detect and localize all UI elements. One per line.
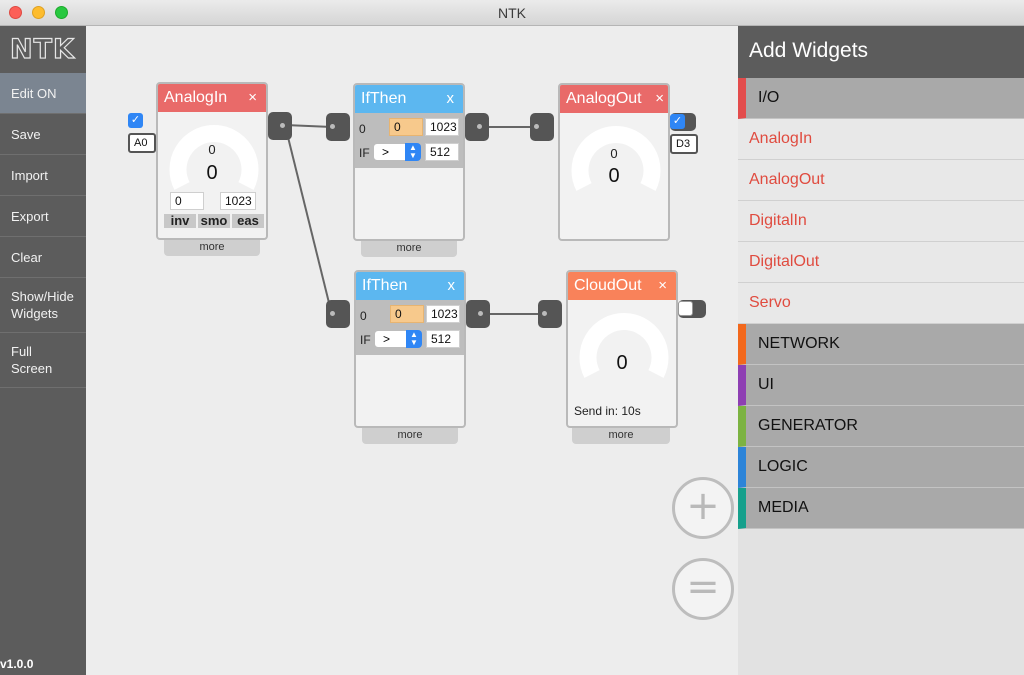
analogin-widget[interactable]: AnalogIn × 0 0 0 1023 inv smo eas: [156, 82, 268, 240]
ifthen1-threshold-field[interactable]: 512: [425, 143, 459, 161]
widget-canvas[interactable]: ✓ A0 AnalogIn × 0 0 0 1023 inv smo eas m…: [86, 26, 738, 675]
analogin-output-port[interactable]: [268, 112, 292, 140]
ifthen1-header[interactable]: IfThen x: [355, 85, 463, 113]
add-widgets-panel: Add Widgets I/O AnalogIn AnalogOut Digit…: [738, 26, 1024, 675]
ifthen2-widget[interactable]: IfThen x 0 0 1023 IF > ▲ ▼ 512: [354, 270, 466, 428]
cloudout-send-timer: Send in: 10s: [574, 404, 641, 418]
invert-button[interactable]: inv: [164, 214, 196, 228]
analogin-min-field[interactable]: 0: [170, 192, 204, 210]
widget-item-analogout[interactable]: AnalogOut: [738, 160, 1024, 201]
analogout-close-icon[interactable]: ×: [655, 90, 664, 107]
analogin-title: AnalogIn: [164, 89, 228, 106]
wire-analogin-ifthen2: [284, 124, 333, 316]
ifthen2-operator-select[interactable]: > ▲ ▼: [374, 330, 422, 348]
ifthen1-output-port[interactable]: [465, 113, 489, 141]
equal-button[interactable]: =: [672, 558, 734, 620]
category-network[interactable]: NETWORK: [738, 324, 1024, 365]
chevron-updown-icon: ▲ ▼: [405, 143, 421, 161]
analogin-value-big: 0: [206, 162, 218, 184]
widget-item-digitalout[interactable]: DigitalOut: [738, 242, 1024, 283]
category-ui[interactable]: UI: [738, 365, 1024, 406]
ifthen1-output-field[interactable]: 0: [389, 118, 423, 136]
ifthen2-operator-value: >: [383, 332, 391, 346]
analogin-more-button[interactable]: more: [164, 240, 260, 256]
app-window: NTK NTK Edit ON Save Import Export Clear…: [0, 0, 1024, 675]
ifthen1-input-port[interactable]: [326, 113, 350, 141]
ifthen1-widget[interactable]: IfThen x 0 0 1023 IF > ▲ ▼ 512: [353, 83, 465, 241]
analogin-max-field[interactable]: 1023: [220, 192, 256, 210]
ifthen2-max-field[interactable]: 1023: [426, 305, 460, 323]
analogout-enable-checkbox[interactable]: ✓: [670, 114, 685, 129]
ifthen2-input-value: 0: [360, 309, 367, 323]
version-label: v1.0.0: [0, 657, 34, 671]
analogin-close-icon[interactable]: ×: [248, 89, 257, 106]
full-screen-button[interactable]: Full Screen: [0, 333, 86, 388]
ifthen2-output-field[interactable]: 0: [390, 305, 424, 323]
ease-button[interactable]: eas: [232, 214, 264, 228]
title-bar: NTK: [0, 0, 1024, 26]
cloudout-widget[interactable]: CloudOut × 0 Send in: 10s: [566, 270, 678, 428]
category-logic[interactable]: LOGIC: [738, 447, 1024, 488]
cloudout-enable-checkbox[interactable]: [678, 301, 693, 316]
chevron-updown-icon: ▲ ▼: [406, 330, 422, 348]
ifthen2-input-port[interactable]: [326, 300, 350, 328]
analogin-pin-label[interactable]: A0: [128, 133, 156, 153]
window-title: NTK: [498, 5, 526, 21]
ifthen1-max-field[interactable]: 1023: [425, 118, 459, 136]
analogout-header[interactable]: AnalogOut ×: [560, 85, 668, 113]
analogout-value-big: 0: [608, 165, 620, 187]
clear-button[interactable]: Clear: [0, 237, 86, 278]
ifthen1-operator-value: >: [382, 145, 390, 159]
export-button[interactable]: Export: [0, 196, 86, 237]
analogin-enable-checkbox[interactable]: ✓: [128, 113, 143, 128]
sidebar-menu: Edit ON Save Import Export Clear Show/Hi…: [0, 73, 86, 388]
analogout-input-port[interactable]: [530, 113, 554, 141]
analogout-title: AnalogOut: [566, 90, 642, 107]
ifthen1-if-label: IF: [359, 146, 370, 160]
import-button[interactable]: Import: [0, 155, 86, 196]
ifthen2-header[interactable]: IfThen x: [356, 272, 464, 300]
analogout-value-small: 0: [610, 146, 618, 161]
sidebar: NTK Edit ON Save Import Export Clear Sho…: [0, 26, 86, 675]
analogin-value-small: 0: [208, 142, 216, 157]
ifthen1-more-button[interactable]: more: [361, 241, 457, 257]
ifthen1-title: IfThen: [361, 90, 407, 107]
cloudout-value-big: 0: [616, 352, 628, 374]
cloudout-input-port[interactable]: [538, 300, 562, 328]
cloudout-header[interactable]: CloudOut ×: [568, 272, 676, 300]
ifthen2-more-button[interactable]: more: [362, 428, 458, 444]
wire-analogin-ifthen1: [284, 124, 333, 128]
smooth-button[interactable]: smo: [198, 214, 230, 228]
category-generator[interactable]: GENERATOR: [738, 406, 1024, 447]
cloudout-more-button[interactable]: more: [572, 428, 670, 444]
ifthen2-title: IfThen: [362, 277, 408, 294]
cloudout-title: CloudOut: [574, 277, 642, 294]
analogout-pin-label[interactable]: D3: [670, 134, 698, 154]
ifthen2-threshold-field[interactable]: 512: [426, 330, 460, 348]
widget-item-digitalin[interactable]: DigitalIn: [738, 201, 1024, 242]
widget-item-analogin[interactable]: AnalogIn: [738, 119, 1024, 160]
ifthen1-close-icon[interactable]: x: [447, 90, 455, 107]
ifthen2-output-port[interactable]: [466, 300, 490, 328]
cloudout-close-icon[interactable]: ×: [658, 277, 667, 294]
save-button[interactable]: Save: [0, 114, 86, 155]
ifthen2-if-label: IF: [360, 333, 371, 347]
edit-toggle-button[interactable]: Edit ON: [0, 73, 86, 114]
ifthen1-input-value: 0: [359, 122, 366, 136]
analogout-widget[interactable]: AnalogOut × 0 0: [558, 83, 670, 241]
add-widget-button[interactable]: +: [672, 477, 734, 539]
ifthen2-close-icon[interactable]: x: [448, 277, 456, 294]
widget-item-servo[interactable]: Servo: [738, 283, 1024, 324]
add-widgets-title: Add Widgets: [738, 26, 1024, 78]
category-io[interactable]: I/O: [738, 78, 1024, 119]
category-media[interactable]: MEDIA: [738, 488, 1024, 529]
ifthen1-operator-select[interactable]: > ▲ ▼: [373, 143, 421, 161]
app-logo: NTK: [9, 33, 75, 65]
analogin-header[interactable]: AnalogIn ×: [158, 84, 266, 112]
show-hide-widgets-button[interactable]: Show/Hide Widgets: [0, 278, 86, 333]
